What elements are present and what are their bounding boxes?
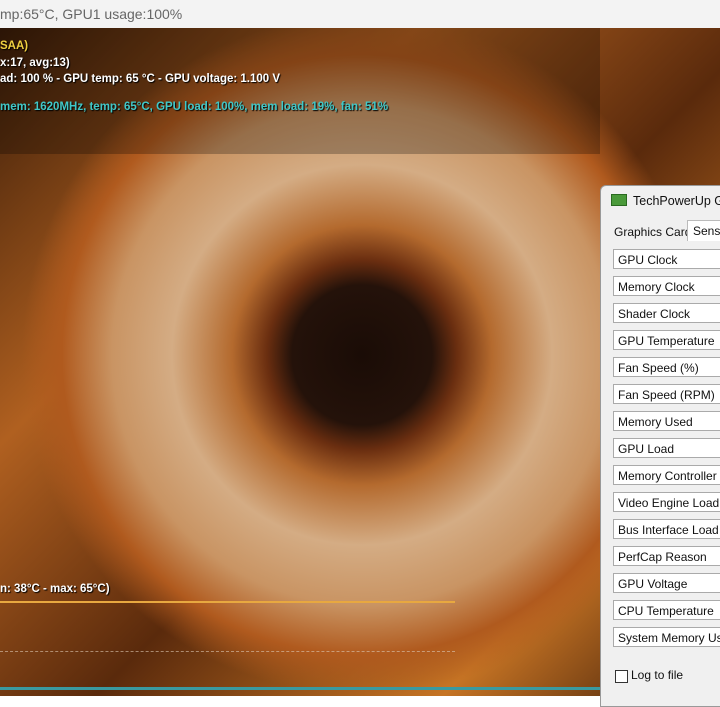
title-text: mp:65°C, GPU1 usage:100%	[0, 6, 183, 22]
graph-label: n: 38°C - max: 65°C)	[0, 583, 110, 595]
sensor-row[interactable]: System Memory Used	[613, 627, 720, 647]
sensor-row[interactable]: GPU Clock	[613, 249, 720, 269]
sensor-row[interactable]: GPU Voltage	[613, 573, 720, 593]
osd-gpu-line: ad: 100 % - GPU temp: 65 °C - GPU voltag…	[0, 73, 281, 85]
sensor-row[interactable]: GPU Load	[613, 438, 720, 458]
sensor-row[interactable]: Video Engine Load	[613, 492, 720, 512]
tab-sensors[interactable]: Senso	[687, 220, 720, 241]
osd-fps-line: x:17, avg:13)	[0, 57, 70, 69]
gpuz-window: TechPowerUp GP Graphics Card Senso GPU C…	[600, 185, 720, 707]
osd-renderer-line: SAA)	[0, 40, 29, 52]
log-to-file-label: Log to file	[631, 668, 684, 682]
tab-graphics-card[interactable]: Graphics Card	[609, 222, 696, 242]
title-bar: mp:65°C, GPU1 usage:100%	[0, 0, 720, 29]
sensor-row[interactable]: PerfCap Reason	[613, 546, 720, 566]
sensor-row[interactable]: GPU Temperature	[613, 330, 720, 350]
gpuz-title: TechPowerUp GP	[611, 194, 720, 208]
sensor-row[interactable]: Shader Clock	[613, 303, 720, 323]
temperature-graph-line	[0, 601, 455, 603]
graph-gridline	[0, 651, 455, 652]
sensor-row[interactable]: Memory Controller Loa	[613, 465, 720, 485]
osd-gpu-stats-line: mem: 1620MHz, temp: 65°C, GPU load: 100%…	[0, 101, 389, 113]
sensor-row[interactable]: Fan Speed (RPM)	[613, 384, 720, 404]
sensor-row[interactable]: Fan Speed (%)	[613, 357, 720, 377]
log-to-file-checkbox[interactable]	[615, 670, 628, 683]
sensor-row[interactable]: Memory Used	[613, 411, 720, 431]
sensor-row[interactable]: Bus Interface Load	[613, 519, 720, 539]
sensor-row[interactable]: CPU Temperature	[613, 600, 720, 620]
gpu-card-icon	[611, 194, 627, 206]
sensor-row[interactable]: Memory Clock	[613, 276, 720, 296]
osd-panel	[0, 28, 600, 154]
